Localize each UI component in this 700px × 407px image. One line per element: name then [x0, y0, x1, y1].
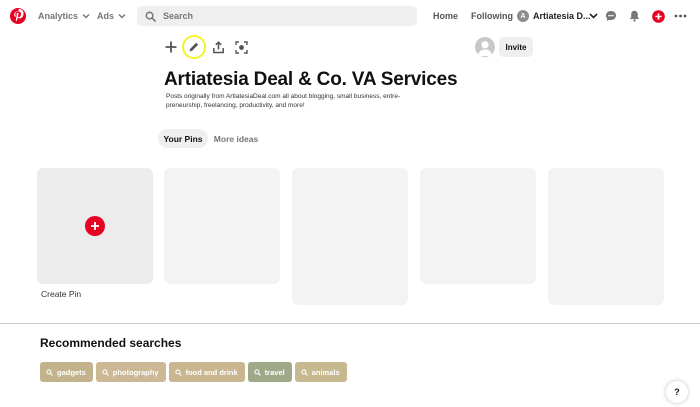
chevron-down-icon	[118, 14, 126, 19]
search-chip[interactable]: food and drink	[168, 362, 245, 382]
profile-menu[interactable]: A Artiatesia D...	[517, 0, 591, 32]
search-icon	[46, 368, 53, 376]
create-plus-icon[interactable]	[651, 9, 665, 23]
search-chip-label: travel	[264, 367, 285, 377]
recommended-chips: gadgets photography food and drink travel an…	[40, 362, 347, 382]
search-icon	[102, 368, 109, 376]
chevron-down-icon[interactable]	[589, 11, 598, 20]
search-chip[interactable]: animals	[294, 362, 347, 382]
search-chip[interactable]: photography	[95, 362, 166, 382]
search-chip[interactable]: travel	[247, 362, 292, 382]
search-chip-label: gadgets	[57, 367, 86, 377]
search-chip[interactable]: gadgets	[40, 362, 93, 382]
recommended-searches-title: Recommended searches	[40, 336, 182, 350]
notifications-bell-icon[interactable]	[627, 9, 641, 23]
pin-placeholder	[292, 168, 408, 305]
pin-placeholder	[164, 168, 280, 284]
nav-following[interactable]: Following	[471, 0, 513, 32]
search-chip-label: photography	[112, 367, 159, 377]
search-icon	[145, 11, 156, 22]
invite-button[interactable]: Invite	[499, 37, 533, 57]
collaborator-avatar-icon[interactable]	[475, 37, 495, 57]
search-bar[interactable]	[137, 6, 417, 26]
search-icon	[254, 368, 261, 376]
nav-analytics-label: Analytics	[38, 11, 79, 21]
nav-ads-label: Ads	[97, 11, 115, 21]
help-button[interactable]: ?	[666, 381, 688, 403]
profile-name: Artiatesia D...	[533, 11, 591, 21]
nav-home[interactable]: Home	[433, 0, 458, 32]
messages-icon[interactable]	[604, 9, 618, 23]
section-divider	[0, 323, 700, 324]
create-pin-plus-icon[interactable]	[85, 216, 105, 236]
search-chip-label: food and drink	[185, 367, 238, 377]
search-icon	[301, 368, 308, 376]
plus-icon[interactable]	[162, 38, 180, 56]
tab-more-ideas[interactable]: More ideas	[211, 129, 261, 148]
organize-icon[interactable]	[232, 38, 250, 56]
nav-analytics[interactable]: Analytics	[38, 0, 90, 32]
search-icon	[174, 368, 182, 376]
search-chip-label: animals	[311, 367, 340, 377]
pin-placeholder	[548, 168, 664, 305]
top-bar: Analytics Ads Home Following A Artiatesi…	[0, 0, 700, 32]
share-icon[interactable]	[209, 38, 227, 56]
tab-your-pins[interactable]: Your Pins	[158, 129, 208, 148]
search-input[interactable]	[163, 11, 403, 21]
pencil-icon[interactable]	[185, 38, 203, 56]
nav-ads[interactable]: Ads	[97, 0, 126, 32]
board-description: Posts originally from ArtiatesiaDeal.com…	[166, 93, 401, 109]
avatar: A	[517, 10, 529, 22]
pin-placeholder	[420, 168, 536, 284]
page-title: Artiatesia Deal & Co. VA Services	[164, 69, 458, 90]
chevron-down-icon	[82, 14, 90, 19]
create-pin-card[interactable]	[37, 168, 153, 284]
more-options-icon[interactable]	[673, 9, 687, 23]
create-pin-label[interactable]: Create Pin	[41, 289, 81, 299]
pinterest-logo-icon[interactable]	[10, 8, 26, 24]
